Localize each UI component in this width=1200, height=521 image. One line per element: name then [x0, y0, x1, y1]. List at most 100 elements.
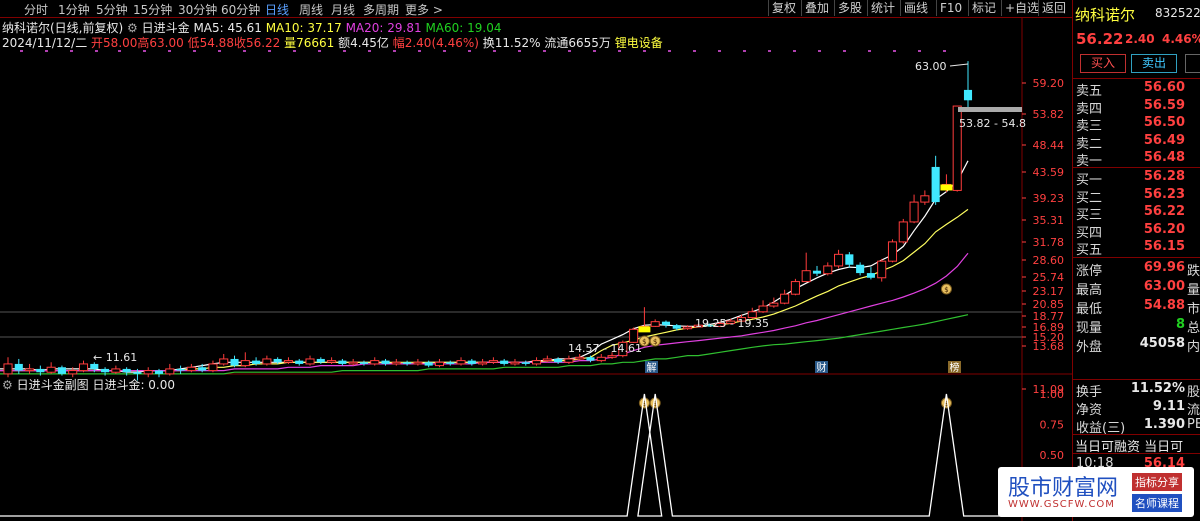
candle-body	[834, 253, 844, 267]
btn-multi-stock[interactable]: 多股	[834, 0, 865, 16]
row-label: 买五	[1076, 243, 1103, 258]
candle-body	[639, 325, 649, 330]
bid-row: 买四 56.20	[1073, 222, 1200, 241]
volume-label: 量76661	[284, 36, 335, 50]
candle-body	[111, 368, 121, 373]
float-label: 流通6655万	[544, 36, 611, 50]
row-label: 买二	[1076, 190, 1103, 206]
candle-body	[586, 357, 595, 361]
row-label: 换手	[1076, 385, 1103, 400]
btn-add-watchlist[interactable]: +自选	[1001, 0, 1042, 16]
candle-body	[823, 265, 833, 275]
candle-body	[542, 358, 552, 362]
row-label: 卖五	[1076, 84, 1103, 99]
price-tick-label: 28.60	[1033, 254, 1065, 267]
row-label: 最高	[1076, 283, 1103, 298]
watermark-brand: 股市财富网	[1008, 476, 1119, 501]
candle-body	[165, 368, 175, 375]
event-badge	[815, 361, 828, 373]
candle-body	[252, 360, 261, 364]
btn-back[interactable]: 返回	[1038, 0, 1069, 16]
watermark-tag2: 名师课程	[1132, 494, 1182, 512]
candle-body	[381, 360, 390, 364]
row-value: 56.28	[1143, 169, 1185, 184]
ask-row: 卖二 56.49	[1073, 133, 1200, 152]
watermark-logo: 股市财富网 WWW.GSCFW.COM 指标分享 名师课程	[998, 467, 1194, 517]
candle-body	[14, 363, 23, 371]
candle-body	[36, 368, 45, 373]
btn-fuquan[interactable]: 复权	[768, 0, 799, 16]
candle-body	[90, 363, 99, 369]
row-label: 外盘	[1076, 340, 1103, 355]
price-tick-label: 39.23	[1033, 192, 1065, 205]
row-extra: 量	[1187, 283, 1200, 298]
marker-dot	[918, 50, 921, 52]
candle-body	[424, 362, 433, 366]
period-fenshi[interactable]: 分时	[24, 1, 48, 18]
money-bag-icon	[940, 283, 952, 295]
panel-change: 2.40	[1125, 32, 1155, 46]
buy-button[interactable]: 买入	[1080, 54, 1126, 73]
price-tick-label: 43.59	[1033, 166, 1065, 179]
row-extra: 内	[1187, 340, 1200, 355]
watermark-url: WWW.GSCFW.COM	[1008, 499, 1115, 510]
sub-money-bag-icon	[649, 397, 661, 409]
btn-f10[interactable]: F10	[936, 0, 965, 16]
candle-body	[575, 356, 585, 360]
panel-pct: 4.46%	[1162, 32, 1200, 46]
row-value: 54.88	[1143, 298, 1185, 313]
high-pointer	[949, 63, 969, 67]
candle-body	[391, 361, 401, 365]
candle-body	[856, 264, 865, 274]
btn-mark[interactable]: 标记	[968, 0, 999, 16]
period-60min[interactable]: 60分钟	[221, 1, 260, 18]
period-daily[interactable]: 日线	[265, 1, 289, 18]
price-tick-label: 53.82	[1033, 108, 1065, 121]
candle-body	[57, 367, 66, 374]
period-monthly[interactable]: 月线	[331, 1, 355, 18]
candle-body	[122, 368, 131, 373]
sub-tick-label: 0.50	[1040, 449, 1065, 462]
sub-tick-label: 0.75	[1040, 419, 1065, 432]
btn-draw[interactable]: 画线	[900, 0, 931, 16]
period-more[interactable]: 更多 >	[405, 1, 443, 18]
row-label: 买一	[1076, 173, 1103, 188]
candle-body	[693, 324, 703, 328]
high-price-label: 63.00	[915, 60, 947, 73]
settings-icon[interactable]: ⚙	[127, 21, 138, 35]
period-5min[interactable]: 5分钟	[96, 1, 128, 18]
candle-body	[812, 270, 822, 274]
panel-stock-name: 纳科诺尔	[1075, 6, 1136, 24]
btn-stats[interactable]: 统计	[867, 0, 898, 16]
candle-body	[650, 321, 660, 327]
ma-line-ma20	[0, 252, 969, 372]
event-badge-label: 财	[817, 361, 827, 374]
candle-body	[186, 366, 196, 372]
period-multi[interactable]: 多周期	[363, 1, 399, 18]
candle-body	[413, 361, 423, 365]
price-tick-label: 25.74	[1033, 271, 1065, 284]
sub-money-bag-icon-glyph: $	[642, 400, 646, 408]
sub-settings-icon[interactable]: ⚙	[2, 378, 13, 392]
marker-dot	[793, 50, 796, 52]
period-30min[interactable]: 30分钟	[178, 1, 217, 18]
ma-line-ma60	[0, 314, 969, 375]
candle-body	[230, 358, 239, 366]
more-button[interactable]	[1185, 54, 1200, 73]
price-tick-label: 23.17	[1033, 285, 1065, 298]
top-toolbar: 分时 1分钟 5分钟 15分钟 30分钟 60分钟 日线 周线 月线 多周期 更…	[0, 0, 1072, 18]
candle-body	[531, 360, 542, 365]
stat-row: 换手 11.52% 股	[1073, 381, 1200, 400]
candle-body	[338, 360, 347, 364]
period-1min[interactable]: 1分钟	[58, 1, 90, 18]
period-15min[interactable]: 15分钟	[133, 1, 172, 18]
sell-button[interactable]: 卖出	[1131, 54, 1177, 73]
btn-overlay[interactable]: 叠加	[801, 0, 832, 16]
sub-chart-title: 日进斗金副图	[16, 378, 89, 392]
ma20-label: MA20: 29.81	[345, 21, 422, 35]
candle-body	[941, 183, 951, 188]
price-chart[interactable]: 59.20 53.82 48.44 43.59 39.23 35.31 31.78 28.60…	[0, 0, 1072, 521]
price-tick-label: 31.78	[1033, 236, 1065, 249]
candle-body	[607, 355, 617, 358]
period-weekly[interactable]: 周线	[299, 1, 323, 18]
